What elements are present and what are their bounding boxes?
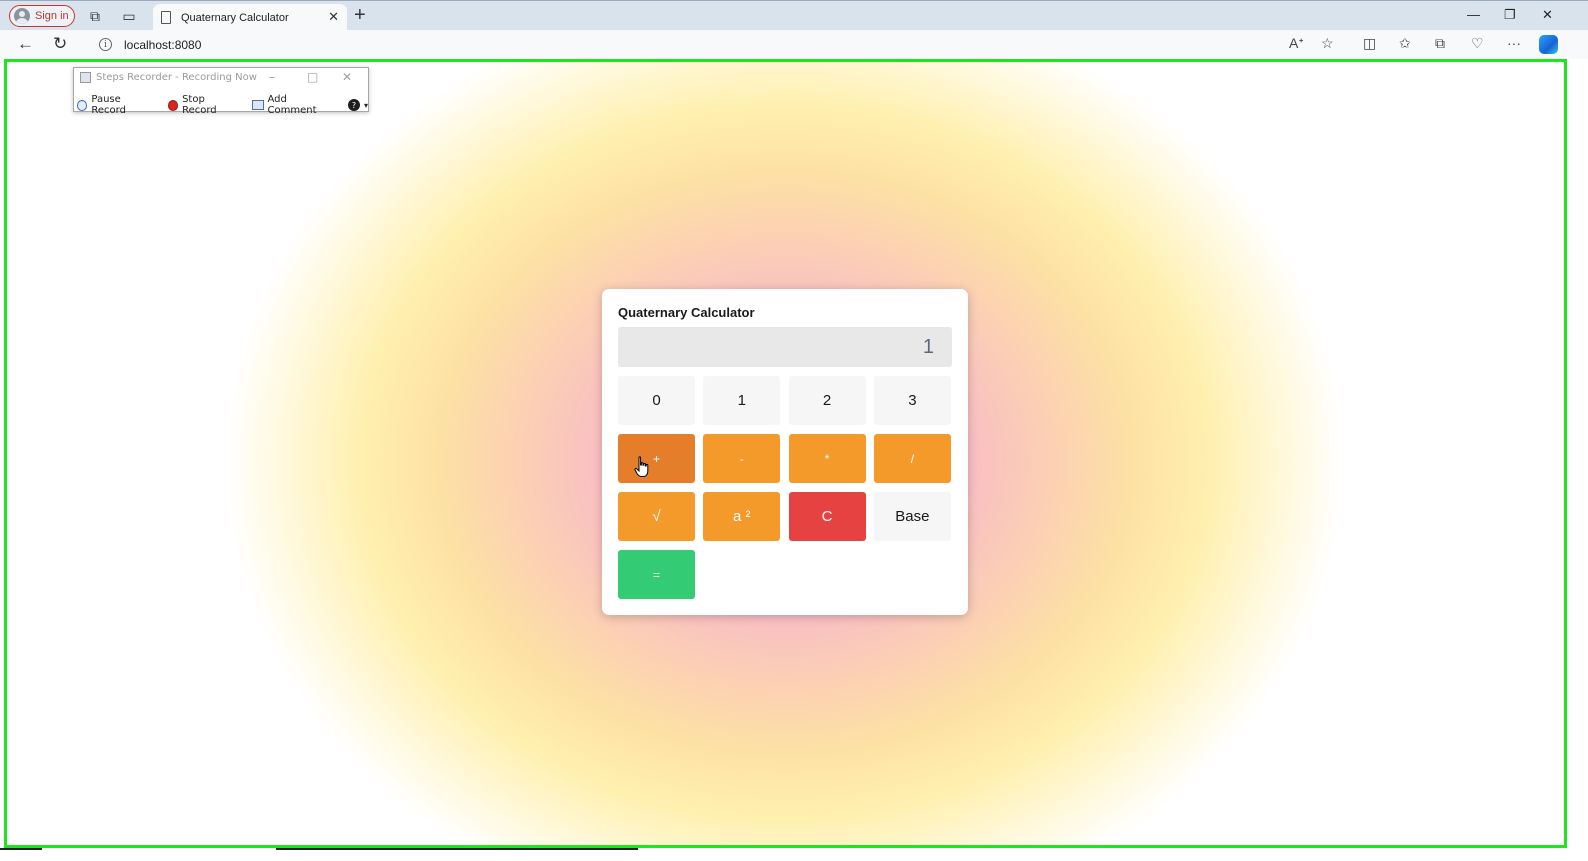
calculator-keypad: 0 1 2 3 + - * / √ a ² C Base = [618, 376, 952, 599]
hand-cursor-icon [634, 456, 649, 477]
tab-quaternary-calculator[interactable]: Quaternary Calculator ✕ [153, 4, 347, 31]
workspaces-icon[interactable]: ⧉ [85, 6, 105, 26]
read-aloud-icon[interactable]: Aᐩ [1289, 35, 1304, 52]
favorite-star-icon[interactable]: ☆ [1321, 35, 1334, 52]
digit-3-button[interactable]: 3 [873, 376, 951, 425]
close-window-icon[interactable]: ✕ [1542, 7, 1553, 23]
calculator-display: 1 [618, 327, 952, 367]
help-dropdown-button[interactable]: ? ▾ [347, 99, 368, 111]
stop-record-button[interactable]: Stop Record [167, 94, 238, 116]
pause-icon [77, 99, 88, 111]
base-button[interactable]: Base [873, 492, 951, 541]
steps-recorder-minimize-icon[interactable]: – [269, 70, 275, 84]
taskbar-segment [0, 848, 42, 850]
split-screen-icon[interactable]: ◫ [1363, 35, 1376, 52]
steps-recorder-app-icon [80, 72, 91, 83]
profile-avatar-icon [14, 8, 30, 24]
pause-record-button[interactable]: Pause Record [77, 94, 154, 116]
steps-recorder-title: Steps Recorder - Recording Now [96, 72, 257, 83]
digit-2-button[interactable]: 2 [788, 376, 866, 425]
more-menu-icon[interactable]: ··· [1507, 35, 1521, 51]
browser-tab-bar: Sign in ⧉ ▭ Quaternary Calculator ✕ + — … [0, 0, 1588, 31]
add-button[interactable]: + [618, 434, 695, 483]
comment-icon [252, 100, 264, 110]
taskbar-segment [276, 848, 638, 850]
stop-record-label: Stop Record [182, 94, 217, 116]
steps-recorder-titlebar: Steps Recorder - Recording Now [80, 72, 257, 83]
calculator-card: Quaternary Calculator 1 0 1 2 3 + - * / … [602, 289, 968, 615]
steps-recorder-maximize-icon[interactable]: □ [307, 70, 318, 84]
steps-recorder-window: Steps Recorder - Recording Now – □ ✕ Pau… [73, 67, 369, 116]
collections-icon[interactable]: ⧉ [1435, 35, 1445, 52]
pause-record-label: Pause Record [91, 94, 126, 116]
sign-in-label: Sign in [35, 10, 69, 22]
chevron-down-icon: ▾ [363, 100, 368, 110]
favorites-icon[interactable]: ✩ [1399, 35, 1411, 52]
subtract-button[interactable]: - [703, 434, 781, 483]
equals-button[interactable]: = [618, 550, 695, 599]
stop-icon [167, 99, 179, 111]
square-root-button[interactable]: √ [618, 492, 695, 541]
bottom-strip [0, 848, 1588, 861]
tab-actions-icon[interactable]: ▭ [119, 6, 139, 26]
steps-recorder-close-icon[interactable]: ✕ [342, 70, 352, 84]
new-tab-icon[interactable]: + [354, 4, 366, 27]
steps-recorder-toolbar: Pause Record Stop Record Add Comment ? ▾ [77, 94, 368, 116]
site-info-icon[interactable]: i [99, 38, 112, 51]
minimize-icon[interactable]: — [1467, 7, 1480, 22]
divide-button[interactable]: / [873, 434, 951, 483]
copilot-icon[interactable] [1539, 35, 1558, 54]
digit-1-button[interactable]: 1 [703, 376, 781, 425]
refresh-icon[interactable]: ↻ [53, 34, 67, 54]
add-comment-button[interactable]: Add Comment [252, 94, 334, 116]
help-icon: ? [347, 99, 360, 111]
calculator-title: Quaternary Calculator [618, 305, 755, 320]
tab-title: Quaternary Calculator [181, 11, 289, 24]
clear-button[interactable]: C [788, 492, 866, 541]
close-tab-icon[interactable]: ✕ [328, 9, 339, 25]
page-icon [161, 11, 171, 24]
add-comment-label: Add Comment [267, 94, 317, 116]
back-arrow-icon[interactable]: ← [17, 34, 34, 54]
sign-in-button[interactable]: Sign in [9, 5, 75, 27]
digit-0-button[interactable]: 0 [618, 376, 695, 425]
address-bar: ← ↻ i localhost:8080 Aᐩ ☆ ◫ ✩ ⧉ ♡ ··· [0, 30, 1588, 59]
multiply-button[interactable]: * [788, 434, 866, 483]
url-field[interactable]: localhost:8080 [124, 38, 201, 52]
restore-icon[interactable]: ❐ [1504, 7, 1516, 23]
browser-essentials-icon[interactable]: ♡ [1471, 35, 1484, 52]
square-button[interactable]: a ² [703, 492, 781, 541]
